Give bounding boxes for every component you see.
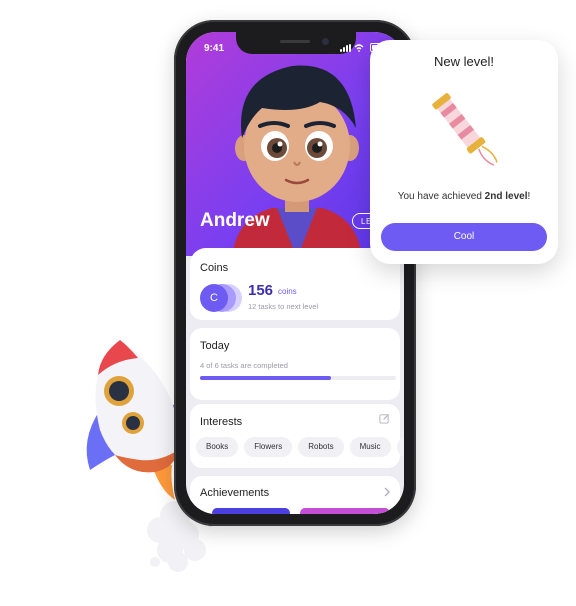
- new-level-popup: New level! You have achieved 2nd level! …: [370, 40, 558, 264]
- chevron-right-icon[interactable]: [382, 486, 392, 498]
- cool-button[interactable]: Cool: [381, 223, 547, 251]
- coin-amount: 156: [248, 282, 274, 299]
- interest-chip[interactable]: Flowers: [244, 437, 293, 457]
- front-camera: [322, 38, 329, 45]
- interest-chips: BooksFlowersRobotsMusicS: [196, 436, 404, 457]
- speaker: [280, 40, 310, 43]
- status-time: 9:41: [204, 43, 225, 54]
- today-subtitle: 4 of 6 tasks are completed: [200, 361, 288, 370]
- coin-icon: C: [200, 284, 228, 312]
- firework-icon: [432, 93, 498, 166]
- bottom-button-secondary[interactable]: [300, 508, 390, 514]
- edit-icon[interactable]: [379, 413, 390, 424]
- profile-name: Andrew: [200, 210, 270, 231]
- interest-chip[interactable]: Robots: [298, 437, 344, 457]
- interests-card: Interests BooksFlowersRobotsMusicS: [190, 404, 404, 468]
- signal-icon: [340, 44, 351, 52]
- bottom-button-primary[interactable]: [212, 508, 290, 514]
- interest-chip[interactable]: S: [396, 437, 404, 457]
- coins-card: Coins C 156 coins 12 tasks to next level: [190, 248, 400, 320]
- task-progress-fill: [200, 376, 332, 380]
- popup-message: You have achieved 2nd level!: [397, 191, 531, 202]
- wifi-icon: [354, 44, 364, 52]
- today-title: Today: [200, 340, 230, 352]
- coin-unit: coins: [278, 287, 297, 296]
- task-progress-bar: [200, 376, 396, 380]
- coins-subtitle: 12 tasks to next level: [248, 302, 319, 311]
- achieved-level: 2nd level: [484, 191, 528, 202]
- achievements-title: Achievements: [200, 487, 270, 499]
- coins-title: Coins: [200, 262, 229, 274]
- interest-chip[interactable]: Music: [349, 437, 391, 457]
- popup-title: New level!: [434, 54, 494, 69]
- today-card: Today 4 of 6 tasks are completed: [190, 328, 400, 400]
- phone-notch: [236, 32, 356, 54]
- interest-chip[interactable]: Books: [196, 437, 239, 457]
- interests-title: Interests: [200, 416, 243, 428]
